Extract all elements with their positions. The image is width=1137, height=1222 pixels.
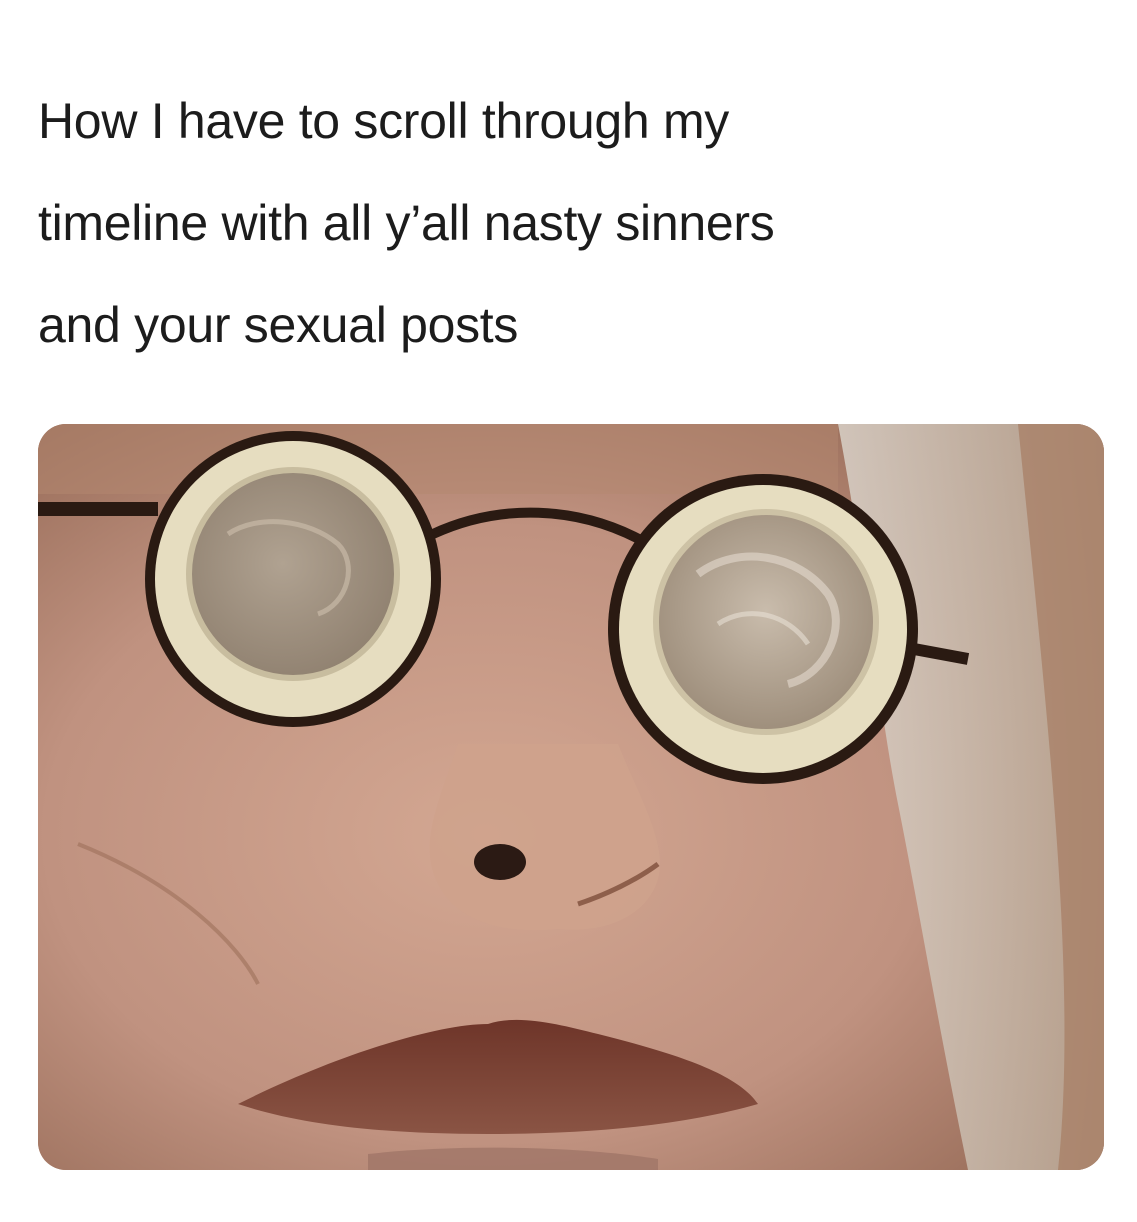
left-glasses-lens [145, 431, 441, 727]
caption-line-2: timeline with all y’all nasty sinners [38, 195, 775, 251]
meme-post: How I have to scroll through my timeline… [0, 0, 1137, 1222]
meme-photo [38, 424, 1104, 1170]
left-temple-arm [38, 502, 158, 516]
caption-line-3: and your sexual posts [38, 297, 519, 353]
caption-line-1: How I have to scroll through my [38, 93, 729, 149]
right-glasses-lens [608, 474, 918, 784]
meme-caption: How I have to scroll through my timeline… [38, 70, 1098, 376]
nose [429, 744, 660, 931]
face-illustration [38, 424, 1104, 1170]
